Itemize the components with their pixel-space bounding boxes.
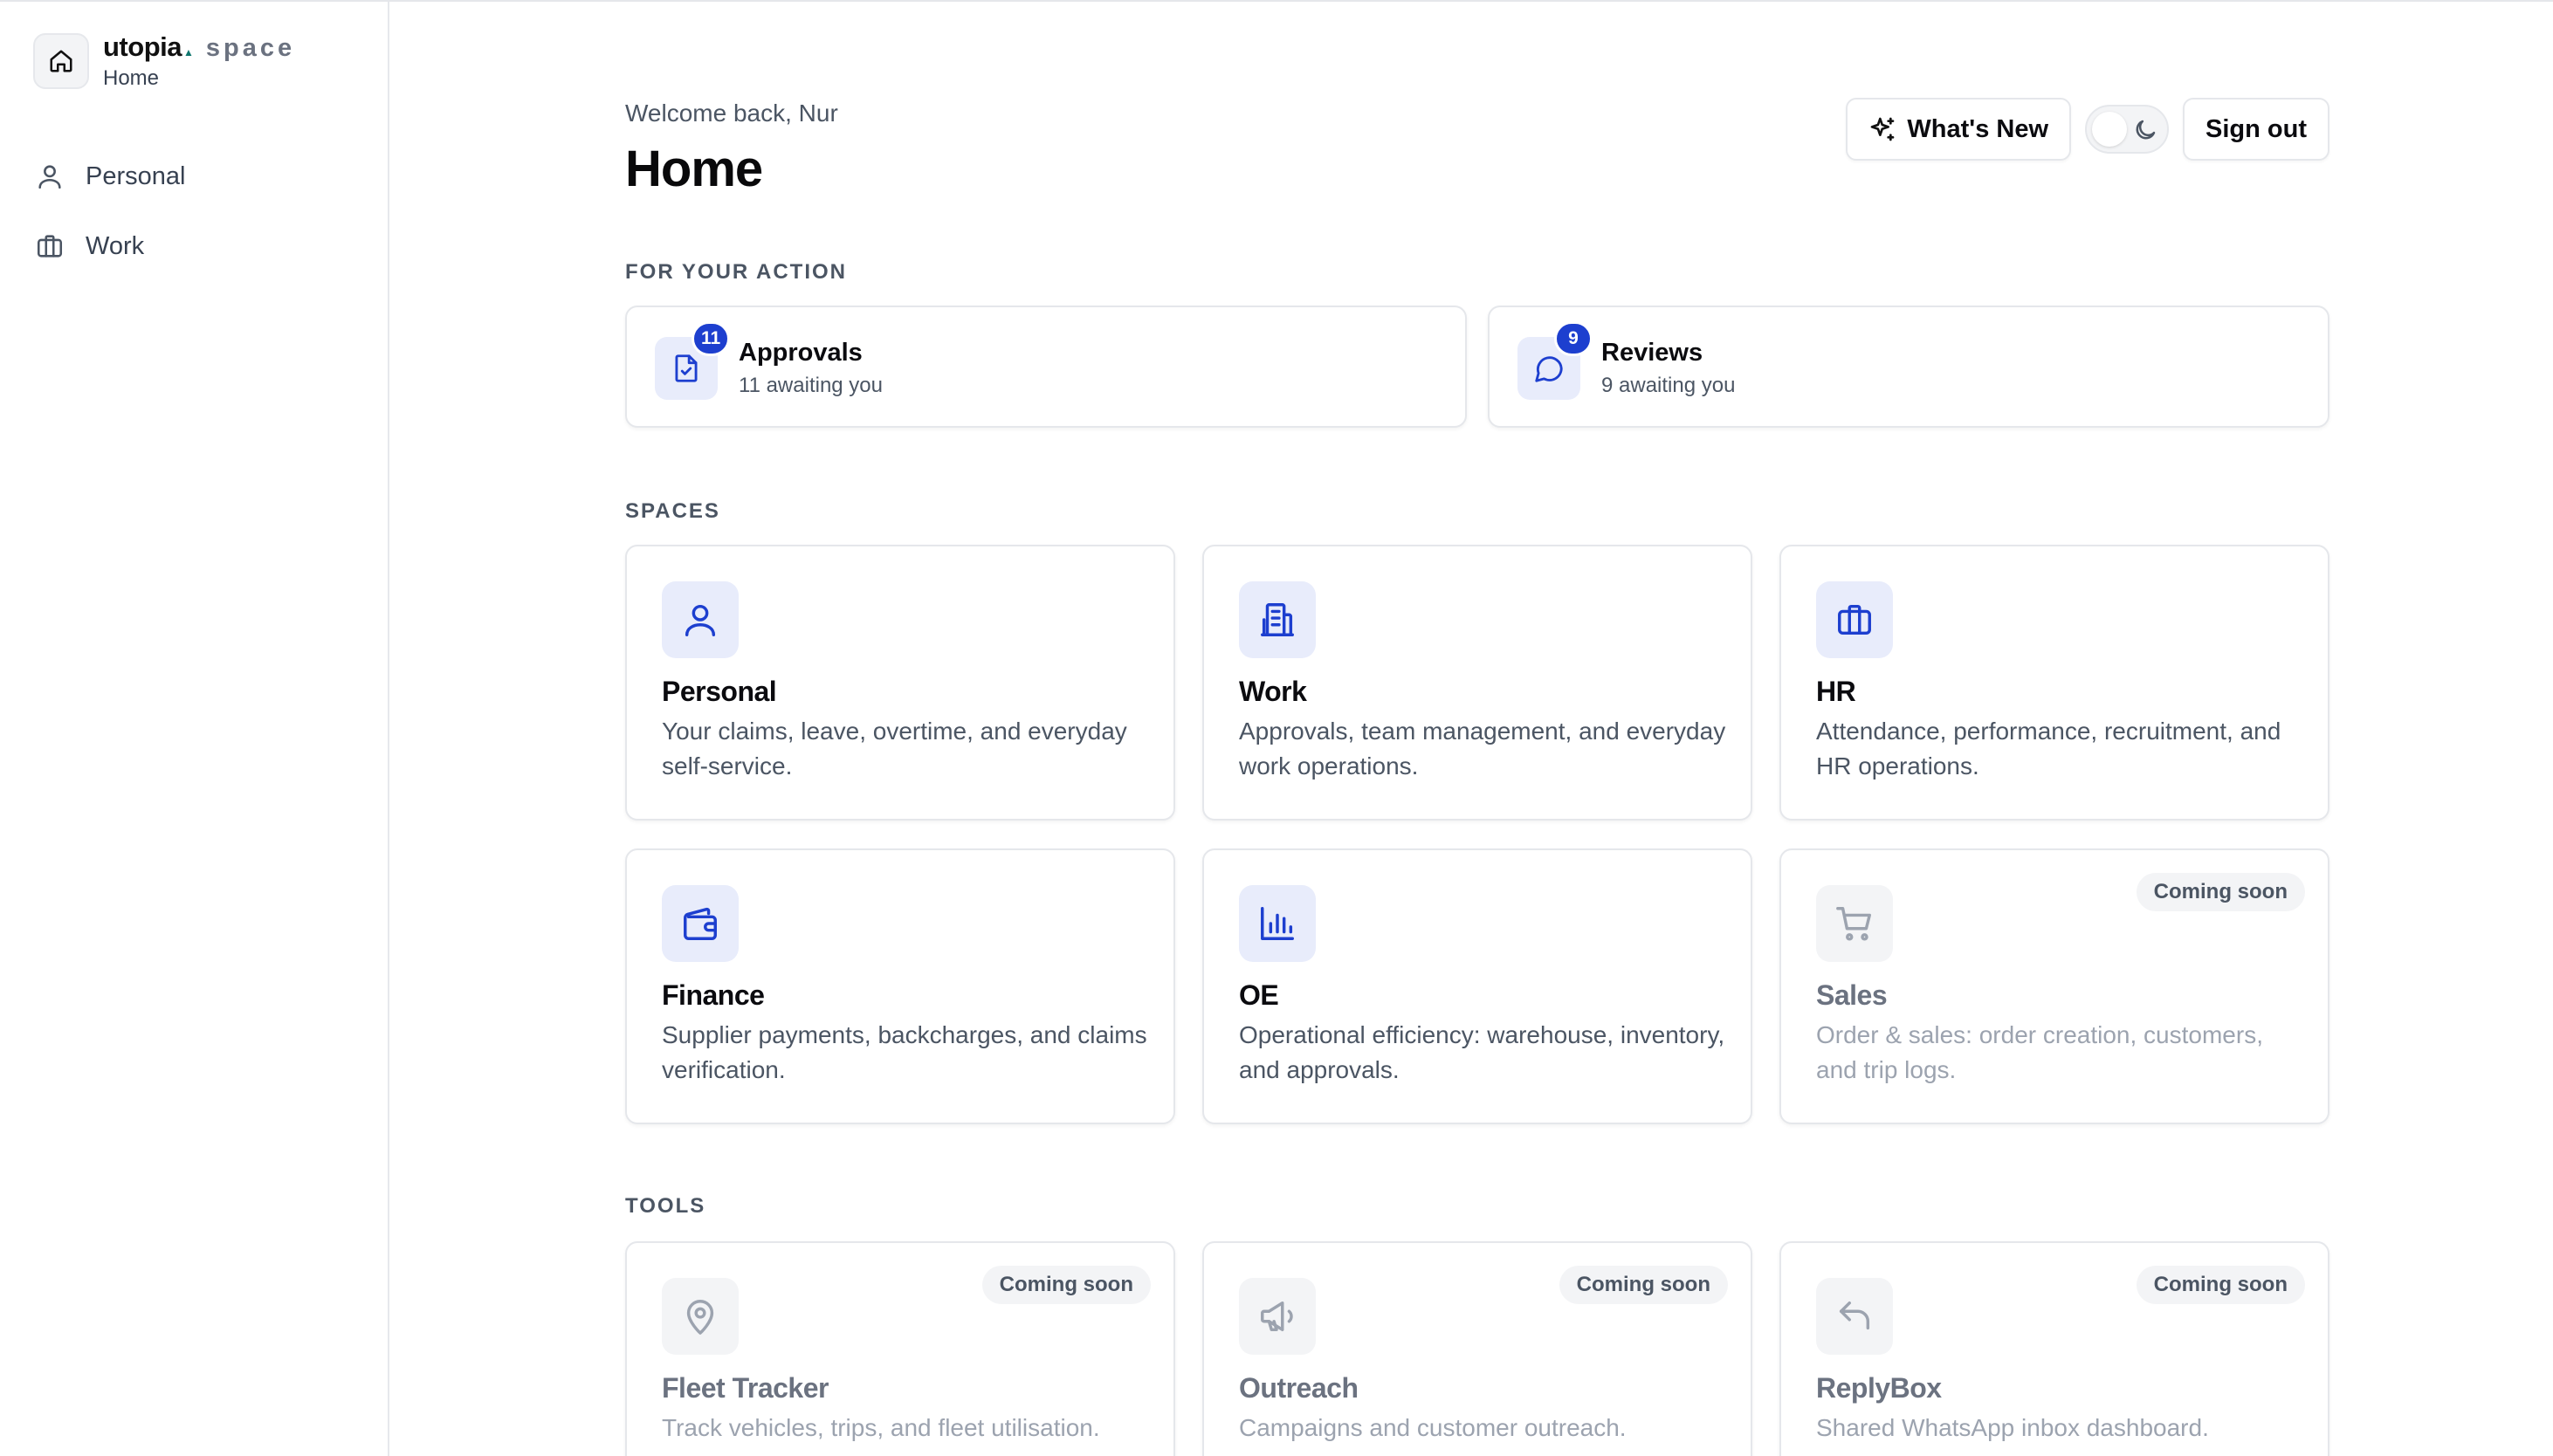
section-label-tools: TOOLS	[625, 1194, 706, 1218]
sidebar: utopia ▲ space Home Personal Work	[0, 2, 389, 1456]
section-label-spaces: SPACES	[625, 499, 720, 523]
brand[interactable]: utopia ▲ space Home	[33, 31, 295, 91]
approvals-card[interactable]: 11 Approvals 11 awaiting you	[625, 306, 1467, 428]
user-icon	[38, 165, 61, 189]
brand-space: space	[205, 34, 296, 62]
card-description: Order & sales: order creation, customers…	[1816, 1021, 2263, 1083]
coming-soon-badge: Coming soon	[981, 1266, 1151, 1304]
card-title: Finance	[662, 979, 765, 1011]
card-title: Outreach	[1239, 1372, 1359, 1404]
card-title: ReplyBox	[1816, 1372, 1942, 1404]
home-icon	[33, 33, 89, 89]
coming-soon-badge: Coming soon	[1559, 1266, 1728, 1304]
space-card-oe[interactable]: OE Operational efficiency: warehouse, in…	[1202, 848, 1752, 1124]
tool-card-fleet-tracker[interactable]: Coming soon Fleet Tracker Track vehicles…	[625, 1241, 1175, 1456]
space-card-finance[interactable]: Finance Supplier payments, backcharges, …	[625, 848, 1175, 1124]
reviews-title: Reviews	[1601, 339, 1703, 367]
card-title: Personal	[662, 676, 777, 707]
section-label-for-your-action: FOR YOUR ACTION	[625, 260, 848, 284]
sparkles-icon	[1871, 117, 1895, 141]
coming-soon-badge: Coming soon	[2136, 873, 2305, 911]
card-description: Supplier payments, backcharges, and clai…	[662, 1021, 1147, 1083]
megaphone-icon	[1239, 1278, 1316, 1355]
sidebar-item-label: Personal	[86, 161, 186, 190]
header-actions: What's New Sign out	[1846, 98, 2329, 161]
brand-name: utopia	[103, 31, 182, 62]
briefcase-icon	[1816, 581, 1893, 658]
card-description: Campaigns and customer outreach.	[1239, 1414, 1627, 1441]
tool-card-replybox[interactable]: Coming soon ReplyBox Shared WhatsApp inb…	[1779, 1241, 2329, 1456]
approvals-subtitle: 11 awaiting you	[739, 374, 883, 397]
tool-card-outreach[interactable]: Coming soon Outreach Campaigns and custo…	[1202, 1241, 1752, 1456]
sign-out-label: Sign out	[2205, 114, 2307, 143]
card-description: Track vehicles, trips, and fleet utilisa…	[662, 1414, 1100, 1441]
cart-icon	[1816, 885, 1893, 962]
theme-toggle[interactable]	[2085, 105, 2170, 154]
card-description: Shared WhatsApp inbox dashboard.	[1816, 1414, 2209, 1441]
sign-out-button[interactable]: Sign out	[2183, 98, 2329, 161]
approvals-count-badge: 11	[692, 321, 731, 356]
whats-new-button[interactable]: What's New	[1846, 98, 2072, 161]
sidebar-item-work[interactable]: Work	[35, 211, 358, 281]
card-description: Approvals, team management, and everyday…	[1239, 718, 1726, 780]
brand-subtitle: Home	[103, 66, 160, 90]
reply-icon	[1816, 1278, 1893, 1355]
card-description: Operational efficiency: warehouse, inven…	[1239, 1021, 1725, 1083]
space-card-sales[interactable]: Coming soon Sales Order & sales: order c…	[1779, 848, 2329, 1124]
map-pin-icon	[662, 1278, 739, 1355]
app-root: utopia ▲ space Home Personal Work Welcom…	[0, 0, 2553, 1456]
card-description: Your claims, leave, overtime, and everyd…	[662, 718, 1127, 780]
reviews-card[interactable]: 9 Reviews 9 awaiting you	[1488, 306, 2329, 428]
card-title: Sales	[1816, 979, 1888, 1011]
user-icon	[662, 581, 739, 658]
sidebar-item-personal[interactable]: Personal	[35, 141, 358, 211]
approvals-title: Approvals	[739, 339, 863, 367]
wallet-icon	[662, 885, 739, 962]
reviews-count-badge: 9	[1554, 321, 1593, 356]
bar-chart-icon	[1239, 885, 1316, 962]
moon-icon	[2136, 120, 2156, 140]
space-card-hr[interactable]: HR Attendance, performance, recruitment,…	[1779, 545, 2329, 821]
card-title: HR	[1816, 676, 1856, 707]
sidebar-nav: Personal Work	[35, 141, 358, 281]
briefcase-icon	[37, 235, 63, 258]
card-title: Fleet Tracker	[662, 1372, 829, 1404]
card-title: OE	[1239, 979, 1279, 1011]
toggle-knob	[2092, 112, 2128, 147]
whats-new-label: What's New	[1907, 114, 2049, 143]
sidebar-item-label: Work	[86, 231, 145, 260]
space-card-work[interactable]: Work Approvals, team management, and eve…	[1202, 545, 1752, 821]
building-icon	[1239, 581, 1316, 658]
page-title: Home	[625, 141, 763, 197]
welcome-text: Welcome back, Nur	[625, 100, 838, 127]
coming-soon-badge: Coming soon	[2136, 1266, 2305, 1304]
card-description: Attendance, performance, recruitment, an…	[1816, 718, 2281, 780]
brand-triangle-icon: ▲	[183, 46, 194, 58]
card-title: Work	[1239, 676, 1307, 707]
space-card-personal[interactable]: Personal Your claims, leave, overtime, a…	[625, 545, 1175, 821]
reviews-subtitle: 9 awaiting you	[1601, 374, 1736, 397]
